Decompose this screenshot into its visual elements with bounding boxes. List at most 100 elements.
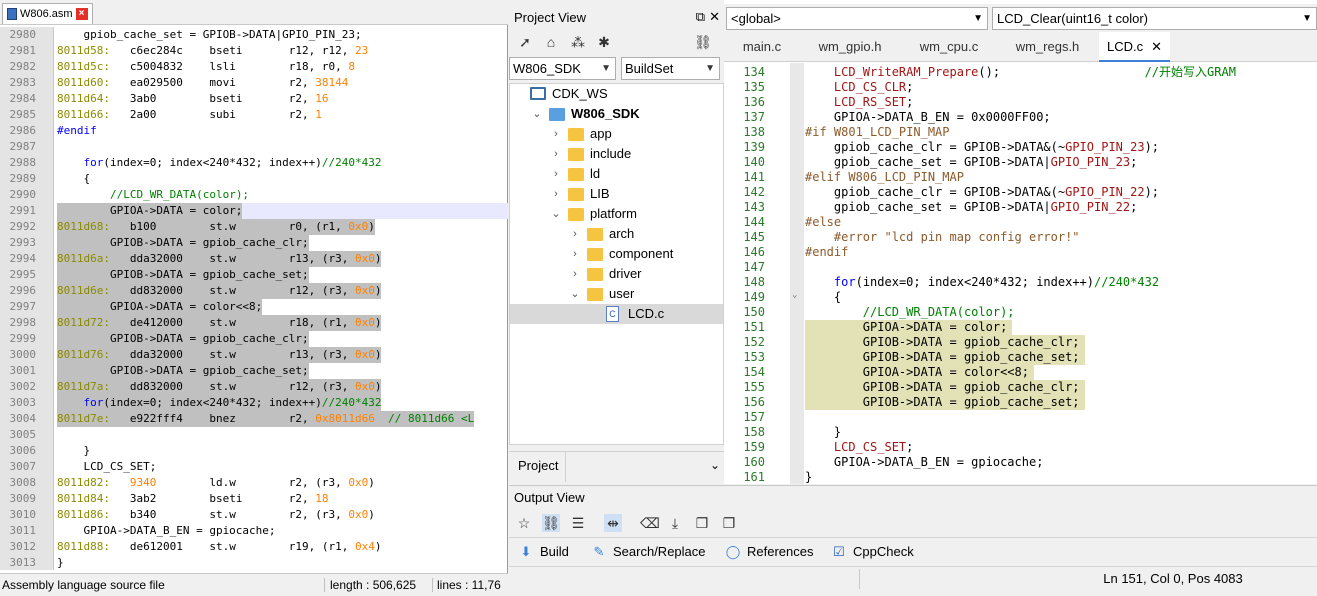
output-tab-search-replace[interactable]: ✎ Search/Replace: [591, 538, 706, 566]
output-tab-cppcheck[interactable]: ☑ CppCheck: [831, 538, 914, 566]
tree-item-ld[interactable]: › ld: [510, 164, 723, 184]
tree-item-label: CDK_WS: [552, 86, 608, 101]
output-tab-build[interactable]: ⬇ Build: [518, 538, 569, 566]
tree-item-app[interactable]: › app: [510, 124, 723, 144]
tab-wm-cpu-c[interactable]: wm_cpu.c: [904, 32, 994, 62]
code-line: 156 GPIOB->DATA = gpiob_cache_set;: [724, 395, 1317, 410]
tab-main-c[interactable]: main.c: [728, 32, 796, 62]
home-icon[interactable]: ⌂: [542, 33, 560, 51]
tree-item-lcd-c[interactable]: C LCD.c: [510, 304, 723, 324]
chevron-down-icon[interactable]: ⌄: [531, 104, 543, 124]
line-number: 160: [743, 455, 765, 469]
buildset-select[interactable]: BuildSet ▼: [621, 57, 720, 80]
asm-code-line: 3001 GPIOB->DATA = gpiob_cache_set;: [0, 363, 508, 379]
line-number: 2982: [9, 60, 37, 73]
workspace-select[interactable]: W806_SDK ▼: [509, 57, 616, 80]
tree-item-component[interactable]: › component: [510, 244, 723, 264]
tree-item-platform[interactable]: ⌄ platform: [510, 204, 723, 224]
asm-code-line: 2996 8011d6e: dd832000 st.w r12, (r3, 0x0…: [0, 283, 508, 299]
indent-icon[interactable]: ☰: [569, 514, 587, 532]
line-number: 149: [743, 290, 765, 304]
tree-item-arch[interactable]: › arch: [510, 224, 723, 244]
save-output-icon[interactable]: ⤓: [666, 514, 684, 532]
asm-status-bar: Assembly language source file length : 5…: [0, 573, 508, 596]
float-panel-icon[interactable]: ⧉: [696, 9, 705, 25]
line-text: //LCD_WR_DATA(color);: [109, 188, 250, 201]
line-number: 2986: [9, 124, 37, 137]
line-text: 8011d72: de412000 st.w r18, (r1, 0x0): [57, 316, 382, 329]
project-selectors: W806_SDK ▼ BuildSet ▼: [509, 57, 724, 81]
fold-chevron-icon[interactable]: ⌄: [792, 290, 797, 300]
length-status: length : 506,625: [325, 578, 433, 592]
copy-icon[interactable]: ❐: [693, 514, 711, 532]
line-number: 135: [743, 80, 765, 94]
output-toolbar: ☆ ⛓ ☰ ⇹ ⌫ ⤓ ❐ ❐: [509, 510, 1317, 536]
tree-item-include[interactable]: › include: [510, 144, 723, 164]
editor-code-area[interactable]: 134 LCD_WriteRAM_Prepare(); //开始写入GRAM 13…: [724, 63, 1317, 484]
tree-item-user[interactable]: ⌄ user: [510, 284, 723, 304]
line-number: 2998: [9, 316, 37, 329]
asm-file-tab[interactable]: W806.asm ×: [2, 3, 93, 24]
chevron-down-icon: ▼: [973, 13, 983, 24]
function-combo[interactable]: LCD_Clear(uint16_t color) ▼: [992, 7, 1317, 30]
workspace-select-value: W806_SDK: [513, 61, 581, 76]
line-text: GPIOB->DATA = gpiob_cache_set;: [805, 395, 1080, 409]
close-tab-icon[interactable]: ✕: [1151, 39, 1162, 54]
line-number: 3001: [9, 364, 37, 377]
output-tab-references[interactable]: ◯ References: [725, 538, 814, 566]
bug-icon[interactable]: ✱: [595, 33, 613, 51]
asm-code-line: 3010 8011d86: b340 st.w r2, (r3, 0x0): [0, 507, 508, 523]
line-number: 2990: [9, 188, 37, 201]
status-cell-empty: [859, 569, 959, 589]
chevron-right-icon[interactable]: ›: [550, 164, 562, 184]
tab-lcd-c[interactable]: LCD.c ✕: [1099, 32, 1170, 62]
close-panel-icon[interactable]: ✕: [709, 9, 720, 25]
link-icon[interactable]: ⛓: [542, 514, 560, 532]
line-number: 154: [743, 365, 765, 379]
chevron-down-icon[interactable]: ⌄: [569, 284, 581, 304]
tab-project[interactable]: Project: [509, 452, 566, 482]
code-line: 153 GPIOB->DATA = gpiob_cache_set;: [724, 350, 1317, 365]
line-text: gpiob_cache_clr = GPIOB->DATA&(~GPIO_PIN…: [805, 140, 1160, 154]
tab-wm-gpio-h[interactable]: wm_gpio.h: [802, 32, 898, 62]
chevron-right-icon[interactable]: ›: [569, 244, 581, 264]
line-text: for(index=0; index<240*432; index++)//24…: [833, 275, 1160, 289]
line-number: 3006: [9, 444, 37, 457]
link-icon[interactable]: ⛓: [694, 33, 712, 51]
function-combo-value: LCD_Clear(uint16_t color): [997, 11, 1149, 26]
buildset-select-value: BuildSet: [625, 61, 674, 76]
code-line: 154 GPIOA->DATA = color<<8;: [724, 365, 1317, 380]
close-tab-icon[interactable]: ×: [75, 8, 88, 20]
tree-structure-icon[interactable]: ⁂: [569, 33, 587, 51]
tree-item-w806-sdk[interactable]: ⌄ W806_SDK: [510, 104, 723, 124]
navigate-arrow-icon[interactable]: ➚: [516, 33, 534, 51]
chevron-right-icon[interactable]: ›: [550, 144, 562, 164]
chevron-down-icon[interactable]: ⌄: [550, 204, 562, 224]
chevron-right-icon[interactable]: ›: [550, 124, 562, 144]
asm-code-area[interactable]: 2980 gpiob_cache_set = GPIOB->DATA|GPIO_…: [0, 27, 508, 570]
asm-code-line: 2986 #endif: [0, 123, 508, 139]
line-text: GPIOB->DATA = gpiob_cache_set;: [57, 268, 309, 281]
tree-item-cdk-ws[interactable]: CDK_WS: [510, 84, 723, 104]
asm-code-line: 2995 GPIOB->DATA = gpiob_cache_set;: [0, 267, 508, 283]
line-text: #if W801_LCD_PIN_MAP: [805, 125, 950, 139]
line-text: GPIOA->DATA = color;: [57, 204, 243, 217]
chevron-right-icon[interactable]: ›: [569, 224, 581, 244]
chevron-down-icon[interactable]: ⌄: [710, 458, 720, 472]
tab-wm-regs-h[interactable]: wm_regs.h: [1000, 32, 1095, 62]
clear-icon[interactable]: ⌫: [640, 514, 660, 532]
chevron-right-icon[interactable]: ›: [550, 184, 562, 204]
line-text: 8011d84: 3ab2 bseti r2, 18: [57, 492, 329, 505]
tree-item-driver[interactable]: › driver: [510, 264, 723, 284]
output-tab-label: CppCheck: [853, 544, 914, 559]
folder-icon: [568, 188, 584, 201]
star-icon[interactable]: ☆: [515, 514, 533, 532]
copy-all-icon[interactable]: ❐: [720, 514, 738, 532]
project-bottom-bar: Project ⌄: [509, 451, 724, 482]
chevron-right-icon[interactable]: ›: [569, 264, 581, 284]
line-text: {: [805, 290, 842, 304]
scope-combo[interactable]: <global> ▼: [726, 7, 988, 30]
tree-item-lib[interactable]: › LIB: [510, 184, 723, 204]
line-number: 3013: [9, 556, 37, 569]
expand-icon[interactable]: ⇹: [604, 514, 622, 532]
